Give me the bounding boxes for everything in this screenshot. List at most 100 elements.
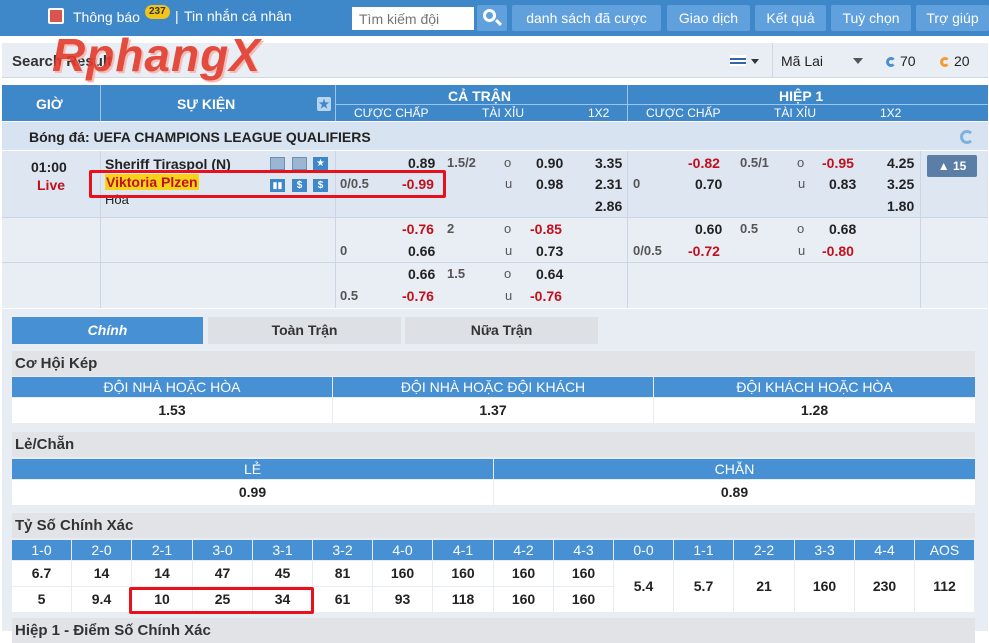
odds-cell[interactable]: 0.68	[829, 221, 856, 237]
cs-odds[interactable]: 5	[12, 587, 71, 612]
notification-icon	[48, 8, 64, 24]
cs-odds[interactable]: 21	[734, 561, 794, 612]
cs-odds[interactable]: 160	[554, 561, 613, 586]
odds-cell[interactable]: 0.83	[829, 176, 856, 192]
cs-odds[interactable]: 160	[373, 561, 432, 586]
oe-odds[interactable]: 0.99	[12, 480, 493, 505]
dc-odds[interactable]: 1.28	[654, 398, 975, 423]
double-chance-title: Cơ Hội Kép	[12, 351, 975, 376]
refresh-icon[interactable]	[960, 130, 974, 144]
cs-odds[interactable]: 112	[915, 561, 974, 612]
help-button[interactable]: Trợ giúp	[916, 5, 989, 31]
odds-cell[interactable]: 0.64	[536, 266, 563, 282]
star-icon[interactable]: ★	[313, 157, 328, 170]
odd-even-title: Lẻ/Chẵn	[12, 432, 975, 457]
dc-header: ĐỘI NHÀ HOẶC ĐỘI KHÁCH	[333, 377, 653, 397]
event-header: SỰ KIỆN	[177, 96, 236, 112]
inbox-link[interactable]: Tin nhắn cá nhân	[184, 8, 292, 24]
cs-header: 4-3	[554, 540, 613, 560]
ou-line: 0.5/1	[740, 155, 769, 170]
calendar-icon[interactable]	[292, 157, 307, 170]
cs-header: 3-2	[313, 540, 372, 560]
cs-odds[interactable]: 160	[494, 587, 553, 612]
odds-cell[interactable]: -0.95	[822, 155, 854, 171]
tab-full-match[interactable]: Toàn Trận	[208, 317, 401, 344]
cs-header: 3-3	[795, 540, 854, 560]
site-logo: RphangX	[52, 29, 261, 81]
handicap-line: 0	[633, 176, 641, 191]
language-flag-icon[interactable]	[730, 55, 746, 66]
team-search-input[interactable]	[352, 7, 474, 30]
cs-odds[interactable]: 93	[373, 587, 432, 612]
search-button[interactable]	[477, 5, 507, 31]
tab-half-match[interactable]: Nữa Trận	[405, 317, 598, 344]
cs-odds[interactable]: 5.4	[614, 561, 673, 612]
cs-odds[interactable]: 160	[494, 561, 553, 586]
odds-cell[interactable]: -0.76	[402, 221, 434, 237]
odds-cell[interactable]: 3.25	[887, 176, 914, 192]
cs-odds[interactable]: 6.7	[12, 561, 71, 586]
odds-cell[interactable]: -0.82	[688, 155, 720, 171]
cs-header: 2-1	[132, 540, 192, 560]
cs-odds[interactable]: 160	[433, 561, 493, 586]
odds-cell[interactable]: 2.86	[595, 198, 622, 214]
live-status: Live	[37, 177, 66, 193]
ou-over-label: o	[504, 155, 512, 170]
star-icon[interactable]: ★	[317, 97, 331, 111]
odds-type-select[interactable]: Mã Lai	[772, 43, 872, 78]
stats-icon[interactable]	[270, 157, 285, 170]
odds-cell[interactable]: 0.70	[695, 176, 722, 192]
cs-odds[interactable]: 14	[72, 561, 131, 586]
cs-odds[interactable]: 81	[313, 561, 372, 586]
cs-odds[interactable]: 45	[253, 561, 312, 586]
dc-header: ĐỘI NHÀ HOẶC HÒA	[12, 377, 332, 397]
odds-cell[interactable]: 2.31	[595, 176, 622, 192]
odds-cell[interactable]: 0.66	[408, 266, 435, 282]
cs-odds[interactable]: 47	[193, 561, 252, 586]
odds-cell[interactable]: 4.25	[887, 155, 914, 171]
cs-odds[interactable]: 14	[132, 561, 192, 586]
notifications-link[interactable]: Thông báo	[48, 8, 140, 25]
odds-type-value: Mã Lai	[781, 53, 824, 69]
odds-cell[interactable]: 0.90	[536, 155, 563, 171]
cs-odds[interactable]: 9.4	[72, 587, 131, 612]
cs-odds[interactable]: 5.7	[674, 561, 733, 612]
cs-header: 4-0	[373, 540, 432, 560]
more-bets-button[interactable]: ▲ 15	[927, 155, 977, 177]
handicap-half-header: CƯỢC CHẤP	[646, 106, 721, 120]
cs-odds[interactable]: 61	[313, 587, 372, 612]
ou-over-label: o	[504, 221, 512, 236]
refresh-icon	[940, 57, 950, 67]
ou-over-label: o	[797, 155, 805, 170]
results-button[interactable]: Kết quả	[755, 5, 826, 31]
cs-odds[interactable]: 160	[795, 561, 854, 612]
bet-list-button[interactable]: danh sách đã cược	[512, 5, 661, 31]
refresh-count-b[interactable]: 20	[940, 53, 970, 69]
odds-cell[interactable]: 3.35	[595, 155, 622, 171]
cs-odds[interactable]: 230	[855, 561, 914, 612]
refresh-count-a[interactable]: 70	[886, 53, 916, 69]
chevron-down-icon[interactable]	[751, 59, 759, 68]
odds-cell[interactable]: -0.76	[530, 288, 562, 304]
dc-odds[interactable]: 1.53	[12, 398, 332, 423]
odds-cell[interactable]: -0.72	[688, 243, 720, 259]
tab-main[interactable]: Chính	[12, 317, 203, 344]
cs-header: 4-2	[494, 540, 553, 560]
odds-cell[interactable]: 1.80	[887, 198, 914, 214]
cs-odds[interactable]: 160	[554, 587, 613, 612]
odds-cell[interactable]: -0.76	[402, 288, 434, 304]
odds-cell[interactable]: -0.80	[822, 243, 854, 259]
cs-odds[interactable]: 118	[433, 587, 493, 612]
odds-cell[interactable]: 0.73	[536, 243, 563, 259]
league-name: Bóng đá: UEFA CHAMPIONS LEAGUE QUALIFIER…	[29, 129, 371, 145]
dc-odds[interactable]: 1.37	[333, 398, 653, 423]
odds-cell[interactable]: 0.98	[536, 176, 563, 192]
odds-cell[interactable]: 0.60	[695, 221, 722, 237]
overunder-header: TÀI XỈU	[482, 106, 525, 120]
odds-cell[interactable]: 0.89	[408, 155, 435, 171]
odds-cell[interactable]: -0.85	[530, 221, 562, 237]
transactions-button[interactable]: Giao dịch	[667, 5, 750, 31]
odds-cell[interactable]: 0.66	[408, 243, 435, 259]
oe-odds[interactable]: 0.89	[494, 480, 975, 505]
options-button[interactable]: Tuỳ chọn	[831, 5, 911, 31]
